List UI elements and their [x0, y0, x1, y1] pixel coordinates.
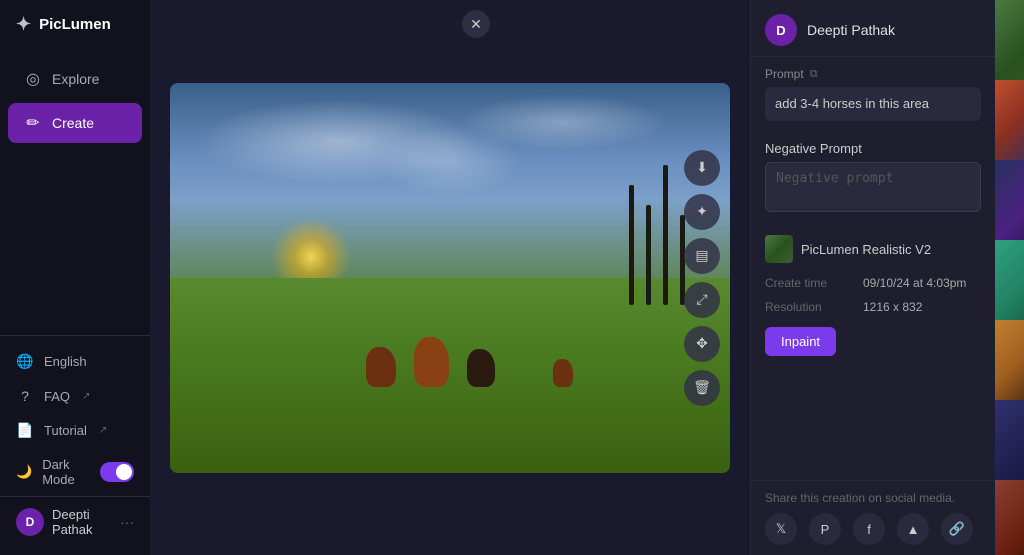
model-row: PicLumen Realistic V2 [751, 227, 995, 271]
gallery-thumb-6[interactable] [995, 400, 1024, 480]
twitter-icon[interactable]: 𝕏 [765, 513, 797, 545]
horse-1 [366, 347, 396, 387]
thumb-img-4 [995, 240, 1024, 320]
sidebar-item-explore[interactable]: ◎ Explore [8, 59, 142, 99]
sidebar-item-explore-label: Explore [52, 71, 99, 87]
enhance-button[interactable]: ✦ [684, 194, 720, 230]
link-icon[interactable]: 🔗 [941, 513, 973, 545]
resize-button[interactable]: ⤢ [684, 282, 720, 318]
right-panel: D Deepti Pathak Prompt ⧉ add 3-4 horses … [750, 0, 995, 555]
main-image [170, 83, 730, 473]
tree-3 [663, 165, 668, 305]
user-profile-row[interactable]: D Deepti Pathak ··· [0, 496, 150, 547]
thumb-img-1 [995, 0, 1024, 80]
share-icon[interactable]: ▲ [897, 513, 929, 545]
horse-2 [414, 337, 449, 387]
dark-mode-toggle[interactable] [100, 462, 134, 482]
tree-2 [646, 205, 651, 305]
thumb-img-3 [995, 160, 1024, 240]
tree-1 [629, 185, 634, 305]
dark-mode-label: Dark Mode [42, 457, 100, 487]
tutorial-label: Tutorial [44, 423, 87, 438]
social-icons: 𝕏 P f ▲ 🔗 [765, 513, 981, 545]
model-thumbnail [765, 235, 793, 263]
gallery-thumb-4[interactable] [995, 240, 1024, 320]
image-area: ✕ [150, 0, 750, 555]
resolution-label: Resolution [765, 300, 855, 314]
app-logo: ✦ PicLumen [0, 0, 150, 49]
logo-icon: ✦ [16, 14, 31, 35]
dark-mode-row: 🌙 Dark Mode [0, 448, 150, 496]
delete-button[interactable]: 🗑 [684, 370, 720, 406]
english-label: English [44, 354, 87, 369]
toggle-knob [116, 464, 132, 480]
model-name: PicLumen Realistic V2 [801, 242, 931, 257]
tutorial-icon: 📄 [16, 422, 34, 439]
gallery-thumb-7[interactable] [995, 480, 1024, 555]
horse-4 [553, 359, 573, 387]
thumb-img-6 [995, 400, 1024, 480]
move-button[interactable]: ✥ [684, 326, 720, 362]
resolution-value: 1216 x 832 [863, 300, 922, 314]
prompt-label: Prompt ⧉ [765, 67, 981, 81]
main-content: ✕ [150, 0, 1024, 555]
social-label: Share this creation on social media. [765, 491, 981, 505]
panel-user-avatar: D [765, 14, 797, 46]
user-menu-dots[interactable]: ··· [120, 514, 134, 530]
sidebar-bottom: 🌐 English ? FAQ ↗ 📄 Tutorial ↗ 🌙 Dark Mo… [0, 335, 150, 555]
gallery-strip [995, 0, 1024, 555]
negative-prompt-section: Negative Prompt [751, 131, 995, 227]
resolution-row: Resolution 1216 x 832 [751, 295, 995, 319]
prompt-text: add 3-4 horses in this area [765, 87, 981, 121]
prompt-section: Prompt ⧉ add 3-4 horses in this area [751, 57, 995, 131]
sidebar-item-faq[interactable]: ? FAQ ↗ [0, 379, 150, 413]
trees-group [629, 165, 685, 305]
horses-group [366, 337, 573, 387]
horse-3 [467, 349, 495, 387]
download-button[interactable]: ⬇ [684, 150, 720, 186]
create-time-row: Create time 09/10/24 at 4:03pm [751, 271, 995, 295]
thumb-img-2 [995, 80, 1024, 160]
moon-icon: 🌙 [16, 464, 32, 480]
user-name-small: Deepti Pathak [52, 507, 112, 537]
sidebar-item-tutorial[interactable]: 📄 Tutorial ↗ [0, 413, 150, 448]
view-button[interactable]: ▤ [684, 238, 720, 274]
image-actions: ⬇ ✦ ▤ ⤢ ✥ 🗑 [684, 150, 720, 406]
explore-icon: ◎ [24, 69, 42, 89]
sidebar: ✦ PicLumen ◎ Explore ✏ Create 🌐 English … [0, 0, 150, 555]
negative-prompt-input[interactable] [765, 162, 981, 212]
create-time-value: 09/10/24 at 4:03pm [863, 276, 966, 290]
thumb-img-7 [995, 480, 1024, 555]
thumb-img-5 [995, 320, 1024, 400]
inpaint-button[interactable]: Inpaint [765, 327, 836, 356]
sidebar-item-create-label: Create [52, 115, 94, 131]
gallery-thumb-5[interactable] [995, 320, 1024, 400]
sidebar-nav: ◎ Explore ✏ Create [0, 49, 150, 335]
pinterest-icon[interactable]: P [809, 513, 841, 545]
faq-label: FAQ [44, 389, 70, 404]
sidebar-item-create[interactable]: ✏ Create [8, 103, 142, 143]
negative-prompt-label: Negative Prompt [765, 141, 981, 156]
gallery-thumb-3[interactable] [995, 160, 1024, 240]
panel-header: D Deepti Pathak [751, 0, 995, 57]
dark-mode-left: 🌙 Dark Mode [16, 457, 100, 487]
copy-icon[interactable]: ⧉ [810, 68, 818, 81]
globe-icon: 🌐 [16, 353, 34, 370]
main-image-container [170, 83, 730, 473]
facebook-icon[interactable]: f [853, 513, 885, 545]
app-name: PicLumen [39, 16, 111, 33]
sidebar-item-english[interactable]: 🌐 English [0, 344, 150, 379]
create-time-label: Create time [765, 276, 855, 290]
create-icon: ✏ [24, 113, 42, 133]
user-avatar-small: D [16, 508, 44, 536]
gallery-thumb-1[interactable] [995, 0, 1024, 80]
panel-user-name: Deepti Pathak [807, 22, 895, 38]
faq-icon: ? [16, 388, 34, 404]
gallery-thumb-2[interactable] [995, 80, 1024, 160]
social-section: Share this creation on social media. 𝕏 P… [751, 480, 995, 555]
close-button[interactable]: ✕ [462, 10, 490, 38]
